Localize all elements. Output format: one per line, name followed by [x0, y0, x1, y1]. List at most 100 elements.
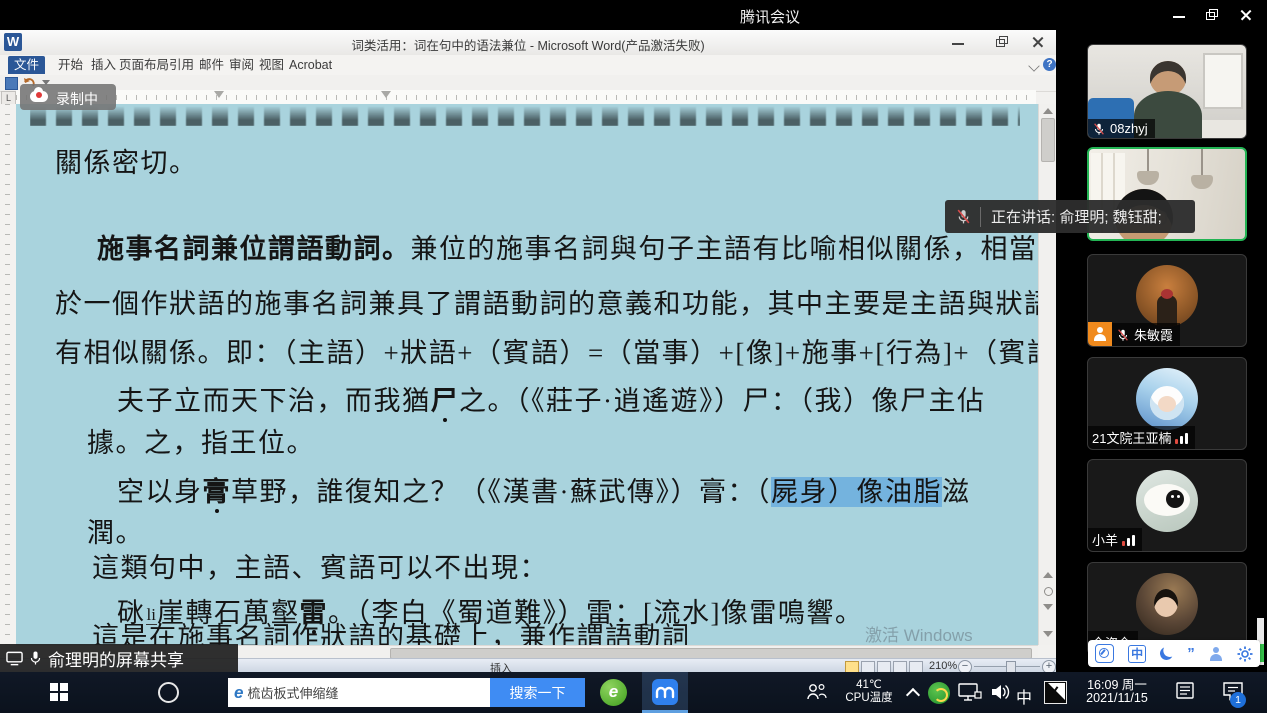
- doc-text: 關係密切。: [55, 148, 198, 178]
- participant-label: 朱敏霞: [1112, 323, 1180, 346]
- doc-text-bold: 施事名詞兼位謂語動詞。: [97, 234, 411, 264]
- tab-stop-selector[interactable]: L: [1, 91, 16, 105]
- participant-tile[interactable]: 小羊: [1087, 459, 1247, 552]
- cpu-temp-widget[interactable]: 41℃ CPU温度: [838, 679, 900, 705]
- network-display-icon[interactable]: [958, 683, 982, 702]
- search-button[interactable]: 搜索一下: [490, 678, 585, 707]
- doc-text: 夫子立而天下治，而我猶: [117, 386, 431, 416]
- next-page-icon[interactable]: [1043, 604, 1053, 610]
- vertical-ruler[interactable]: [0, 104, 17, 645]
- doc-paragraph: 夫子立而天下治，而我猶尸之。（《莊子·逍遙遊》）尸：（我）像尸主佔: [117, 386, 986, 416]
- word-title: 词类活用：词在句中的语法兼位 - Microsoft Word(产品激活失败): [351, 35, 704, 54]
- doc-paragraph: 施事名詞兼位謂語動詞。兼位的施事名詞與句子主語有比喻相似關係，相當: [97, 234, 1038, 264]
- doc-text: 空以身: [117, 477, 203, 507]
- ruler-ticks: [16, 95, 1036, 100]
- activate-windows-watermark: 激活 Windows: [865, 621, 973, 645]
- ime-punctuation-icon[interactable]: ”: [1187, 649, 1195, 659]
- avatar-hair: [1161, 289, 1173, 299]
- taskbar: e 搜索一下 e 41℃ CPU温度: [0, 672, 1267, 713]
- screen-share-icon: [6, 651, 23, 666]
- previous-page-icon[interactable]: [1043, 572, 1053, 578]
- participant-tile[interactable]: 08zhyj: [1087, 44, 1247, 139]
- participant-avatar: [1136, 368, 1198, 430]
- save-icon[interactable]: [5, 77, 18, 90]
- horizontal-ruler[interactable]: [16, 90, 1036, 105]
- ime-halfwidth-moon-icon[interactable]: [1159, 646, 1175, 662]
- pendant-lamp: [1137, 171, 1159, 185]
- ime-toolbar: 中 ”: [1088, 640, 1260, 667]
- doc-paragraph: 潤。: [87, 518, 144, 548]
- doc-text-selection: 屍身）像油脂: [771, 477, 942, 507]
- vertical-scrollbar[interactable]: [1038, 104, 1056, 645]
- screen-share-label: 俞理明的屏幕共享: [48, 646, 184, 671]
- people-tray-icon[interactable]: [806, 682, 828, 702]
- network-signal-icon: [1122, 534, 1135, 546]
- meeting-logo: [652, 679, 678, 705]
- meeting-app-active-slot[interactable]: [642, 672, 688, 713]
- participant-label: 08zhyj: [1088, 119, 1155, 138]
- word-restore-icon[interactable]: [995, 35, 1009, 49]
- clock-widget[interactable]: 16:09 周一 2021/11/15: [1072, 679, 1162, 705]
- doc-paragraph: 這類句中，主語、賓語可以不出現：: [92, 553, 548, 583]
- doc-paragraph: 這是在施事名詞作狀語的基礎上，兼作謂語動詞: [92, 622, 691, 645]
- tooltip-divider: [980, 207, 981, 227]
- tencent-meeting-icon[interactable]: [652, 679, 678, 705]
- tray-expand-chevron-icon[interactable]: [906, 688, 920, 702]
- indent-marker[interactable]: [214, 91, 224, 98]
- participant-tile[interactable]: 朱敏霞: [1087, 254, 1247, 347]
- indent-marker[interactable]: [381, 91, 391, 98]
- collapse-ribbon-icon[interactable]: [1028, 60, 1039, 71]
- tab-file[interactable]: 文件: [8, 56, 45, 74]
- person-icon: [1093, 327, 1107, 341]
- input-method-indicator[interactable]: 中: [1016, 684, 1032, 708]
- close-icon[interactable]: [1239, 8, 1253, 22]
- meeting-titlebar: 腾讯会议: [0, 0, 1267, 30]
- search-input[interactable]: [243, 685, 490, 700]
- participant-face: [1150, 61, 1186, 95]
- tab-home[interactable]: 开始: [52, 56, 89, 74]
- word-menubar: 文件 开始 插入 页面布局 引用 邮件 审阅 视图 Acrobat ?: [0, 55, 1056, 75]
- ime-settings-gear-icon[interactable]: [1237, 646, 1253, 662]
- avatar-face: [1154, 589, 1178, 617]
- ime-mode-icon[interactable]: [1095, 644, 1114, 663]
- participant-tile[interactable]: 21文院王亚楠: [1087, 357, 1247, 450]
- ime-skin-person-icon[interactable]: [1209, 647, 1223, 661]
- scroll-up-icon[interactable]: [1043, 108, 1053, 114]
- minimize-icon[interactable]: [1172, 8, 1186, 22]
- doc-text: 有相似關係。即：（主語）+狀語+（賓語）=（當事）+[像]+施事+[行為]+（賓…: [55, 338, 1038, 368]
- participant-avatar: [1136, 573, 1198, 635]
- document-page[interactable]: 關係密切。 施事名詞兼位謂語動詞。兼位的施事名詞與句子主語有比喻相似關係，相當 …: [16, 104, 1038, 645]
- zoom-level[interactable]: 210%: [929, 660, 957, 672]
- antivirus-tray-icon[interactable]: [928, 682, 950, 704]
- help-icon[interactable]: ?: [1043, 58, 1056, 71]
- recording-badge: 录制中: [20, 84, 116, 110]
- task-view-icon[interactable]: [1174, 682, 1195, 702]
- word-close-icon[interactable]: [1031, 35, 1045, 49]
- tab-acrobat[interactable]: Acrobat: [283, 56, 338, 74]
- word-minimize-icon[interactable]: [951, 35, 965, 49]
- cpu-temp-value: 41℃: [838, 679, 900, 692]
- clipped-text-row: [30, 106, 1020, 126]
- mic-icon: [29, 650, 42, 666]
- start-button[interactable]: [50, 683, 68, 701]
- recording-cloud-icon: [30, 91, 48, 102]
- browser-icon[interactable]: e: [600, 679, 627, 706]
- doc-text-emphasis: 膏: [203, 477, 232, 507]
- scrollbar-thumb[interactable]: [1041, 118, 1055, 162]
- speaking-tooltip-text: 正在讲话: 俞理明; 魏钰甜;: [991, 206, 1162, 227]
- participant-name: 小羊: [1092, 530, 1118, 549]
- cortana-icon[interactable]: [158, 682, 179, 703]
- participant-name: 08zhyj: [1110, 121, 1148, 136]
- clock-tray-icon[interactable]: [1044, 681, 1067, 704]
- doc-text: 草野，誰復知之？（《漢書·蘇武傳》）膏：（: [231, 477, 771, 507]
- doc-text: 這類句中，主語、賓語可以不出現：: [92, 553, 548, 583]
- mic-muted-icon: [1116, 328, 1130, 342]
- restore-icon[interactable]: [1205, 8, 1219, 22]
- doc-text-emphasis: 尸: [431, 386, 460, 416]
- taskbar-search[interactable]: e 搜索一下: [228, 678, 585, 707]
- ime-chinese-icon[interactable]: 中: [1128, 645, 1146, 663]
- notification-count-badge[interactable]: 1: [1230, 692, 1246, 708]
- select-browse-object-icon[interactable]: [1044, 587, 1053, 596]
- speaker-icon[interactable]: [990, 683, 1012, 701]
- scroll-down-icon[interactable]: [1043, 631, 1053, 637]
